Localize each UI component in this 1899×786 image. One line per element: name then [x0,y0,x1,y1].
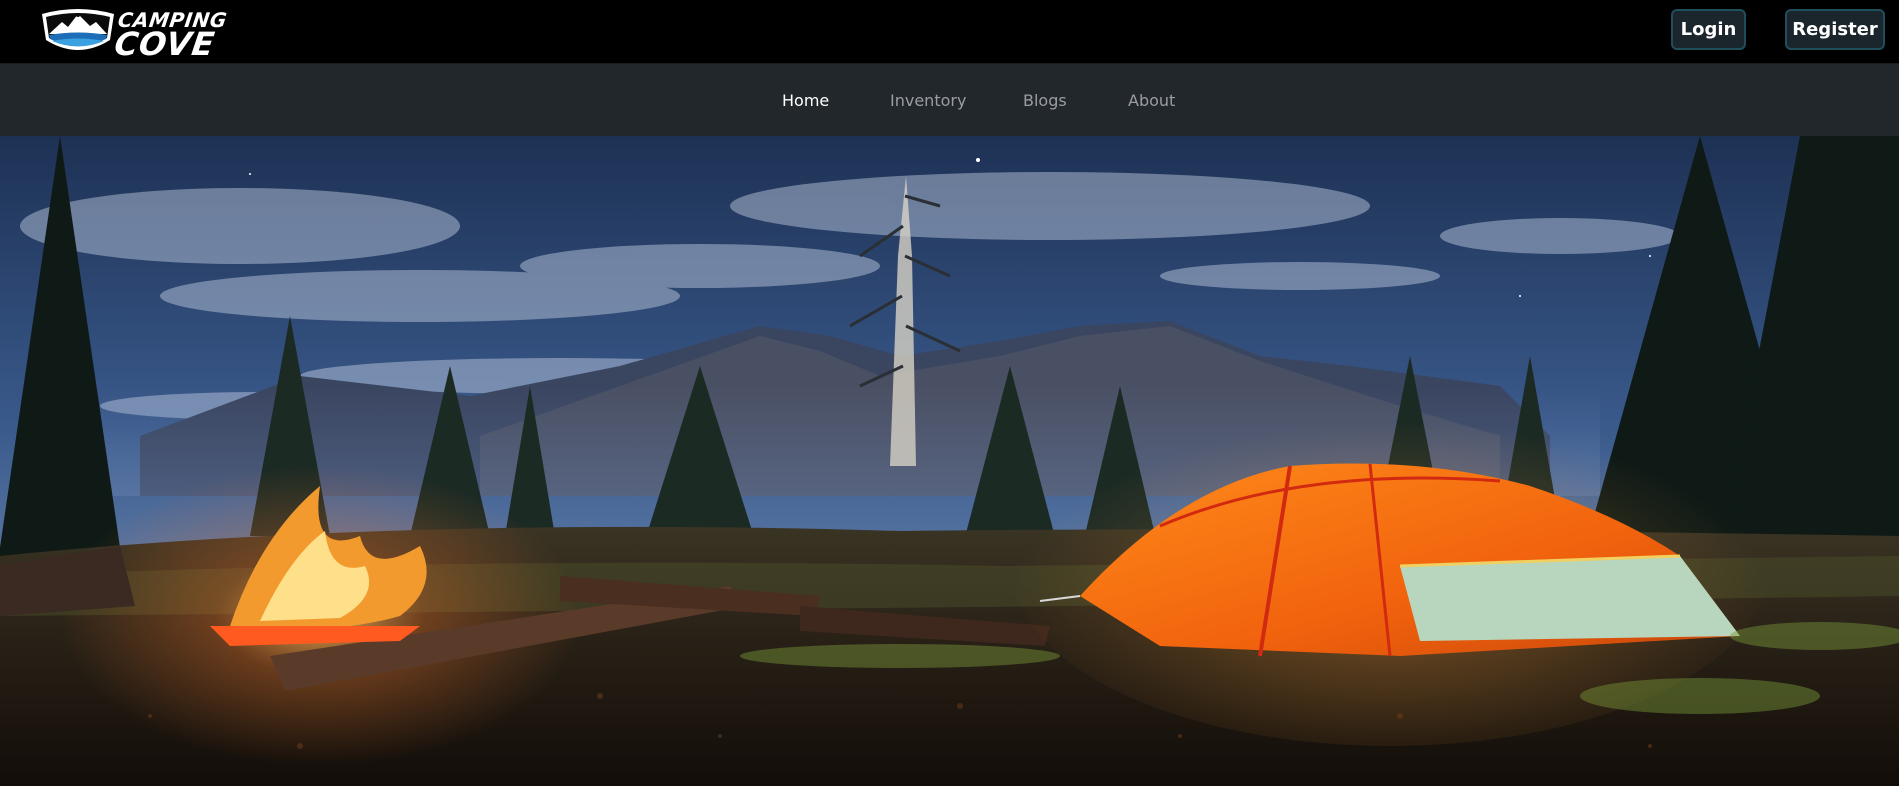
brand-line-2: COVE [112,25,218,63]
nav-home[interactable]: Home [782,64,829,136]
nav-blogs[interactable]: Blogs [1023,64,1067,136]
nav-inventory[interactable]: Inventory [890,64,966,136]
top-header: CAMPING COVE Login Register [0,0,1899,64]
hero-image [0,136,1899,786]
login-button[interactable]: Login [1671,9,1746,50]
nav-about[interactable]: About [1128,64,1175,136]
main-nav: Home Inventory Blogs About [0,64,1899,136]
brand-wordmark: CAMPING COVE [112,8,229,63]
register-button[interactable]: Register [1785,9,1885,50]
campsite-night-scene [0,136,1899,786]
brand-logo[interactable]: CAMPING COVE [38,6,268,63]
mountain-shield-logo-icon [42,9,114,50]
